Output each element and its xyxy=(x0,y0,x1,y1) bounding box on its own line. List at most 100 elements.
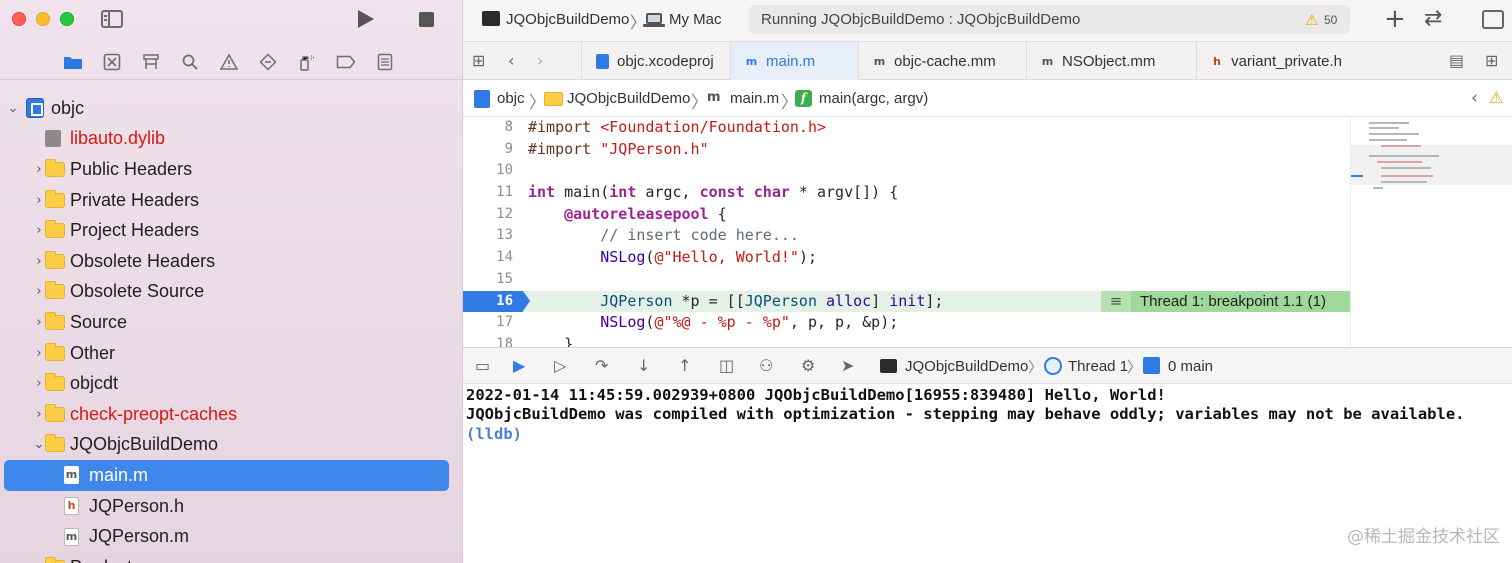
scheme-terminal-icon[interactable] xyxy=(482,11,500,26)
code-line[interactable]: 9 #import "JQPerson.h" xyxy=(463,139,1350,161)
editor-tab[interactable]: h variant_private.h xyxy=(1196,42,1342,80)
lldb-prompt[interactable]: (lldb) xyxy=(466,425,1509,444)
jumpbar-group[interactable]: JQObjcBuildDemo xyxy=(567,90,690,107)
back-chevron-icon[interactable]: ‹ xyxy=(508,51,514,70)
line-number[interactable]: 13 xyxy=(463,225,513,247)
navigator-item[interactable]: › Private Headers xyxy=(0,185,462,216)
debug-navigator-spray-icon[interactable] xyxy=(294,49,320,75)
code-line[interactable]: 15 xyxy=(463,269,1350,291)
source-editor[interactable]: 8 #import <Foundation/Foundation.h> 9 #impo… xyxy=(463,117,1350,347)
line-number[interactable]: 8 xyxy=(463,117,513,139)
line-number[interactable]: 11 xyxy=(463,182,513,204)
jumpbar-file[interactable]: main.m xyxy=(730,90,779,107)
code-line[interactable]: 17 NSLog(@"%@ - %p - %p", p, p, &p); xyxy=(463,312,1350,334)
jumpbar-warning-icon[interactable]: ⚠ xyxy=(1489,88,1503,107)
navigator-item[interactable]: m JQPerson.m xyxy=(0,521,462,552)
disclosure-expanded-icon[interactable]: ⌄ xyxy=(7,101,19,116)
disclosure-collapsed-icon[interactable]: › xyxy=(33,284,45,299)
jumpbar-symbol[interactable]: main(argc, argv) xyxy=(819,90,928,107)
zoom-window-button[interactable] xyxy=(60,12,74,26)
minimap-visible-region[interactable] xyxy=(1351,145,1512,185)
editor-tab[interactable]: objc.xcodeproj xyxy=(581,42,730,80)
add-editor-icon[interactable]: ⊞ xyxy=(1485,51,1498,70)
debug-process[interactable]: JQObjcBuildDemo xyxy=(905,358,1028,375)
test-navigator-diamond-icon[interactable] xyxy=(255,49,281,75)
navigator-item[interactable]: › Source xyxy=(0,307,462,338)
breakpoint-annotation[interactable]: ≡ Thread 1: breakpoint 1.1 (1) xyxy=(1101,290,1350,313)
step-over-icon[interactable]: ↷ xyxy=(595,356,608,375)
continue-icon[interactable]: ▷ xyxy=(554,356,566,375)
step-out-icon[interactable]: ↑ xyxy=(678,356,691,375)
forward-chevron-icon[interactable]: › xyxy=(537,51,543,70)
navigator-item[interactable]: libauto.dylib xyxy=(0,124,462,155)
inspector-toggle-icon[interactable] xyxy=(1482,10,1504,29)
close-window-button[interactable] xyxy=(12,12,26,26)
line-number[interactable]: 18 xyxy=(463,334,513,347)
disclosure-collapsed-icon[interactable]: › xyxy=(33,346,45,361)
debug-frame[interactable]: 0 main xyxy=(1168,358,1213,375)
line-number[interactable]: 14 xyxy=(463,247,513,269)
minimap[interactable] xyxy=(1350,117,1512,347)
find-navigator-search-icon[interactable] xyxy=(177,49,203,75)
disclosure-collapsed-icon[interactable]: › xyxy=(33,376,45,391)
issue-navigator-warning-icon[interactable] xyxy=(216,49,242,75)
navigator-item[interactable]: › check-preopt-caches xyxy=(0,399,462,430)
breakpoints-toggle-icon[interactable]: ▶ xyxy=(513,356,525,375)
disclosure-collapsed-icon[interactable]: › xyxy=(33,315,45,330)
navigator-item[interactable]: m main.m xyxy=(4,460,449,491)
line-number[interactable]: 15 xyxy=(463,269,513,291)
navigator-item[interactable]: ⌄ JQObjcBuildDemo xyxy=(0,430,462,461)
disclosure-collapsed-icon[interactable]: › xyxy=(33,193,45,208)
navigator-item[interactable]: › objcdt xyxy=(0,368,462,399)
code-line[interactable]: 10 xyxy=(463,160,1350,182)
hide-debug-area-icon[interactable]: ▭ xyxy=(475,356,490,375)
editor-tab[interactable]: m main.m xyxy=(730,42,858,80)
warning-triangle-icon[interactable]: ⚠ xyxy=(1305,11,1318,29)
editor-options-icon[interactable]: ▤ xyxy=(1449,51,1464,70)
line-number[interactable]: 17 xyxy=(463,312,513,334)
scheme-selector[interactable]: JQObjcBuildDemo xyxy=(506,11,629,28)
navigator-item[interactable]: h JQPerson.h xyxy=(0,491,462,522)
code-line[interactable]: 8 #import <Foundation/Foundation.h> xyxy=(463,117,1350,139)
navigator-item[interactable]: › Other xyxy=(0,338,462,369)
navigator-item[interactable]: › Project Headers xyxy=(0,215,462,246)
view-debugger-icon[interactable]: ◫ xyxy=(719,356,734,375)
code-line[interactable]: 13 // insert code here... xyxy=(463,225,1350,247)
library-plus-icon[interactable]: + xyxy=(1384,4,1406,34)
minimize-window-button[interactable] xyxy=(36,12,50,26)
jumpbar-project[interactable]: objc xyxy=(497,90,525,107)
navigator-item[interactable]: › Obsolete Source xyxy=(0,277,462,308)
code-line[interactable]: 11 int main(int argc, const char * argv[]… xyxy=(463,182,1350,204)
navigator-item[interactable]: › Obsolete Headers xyxy=(0,246,462,277)
memory-graph-icon[interactable]: ⚇ xyxy=(759,356,773,375)
breakpoint-navigator-tag-icon[interactable] xyxy=(333,49,359,75)
editor-tab[interactable]: m objc-cache.mm xyxy=(858,42,1026,80)
code-line[interactable]: 12 @autoreleasepool { xyxy=(463,204,1350,226)
navigator-item[interactable]: ⌄ objc xyxy=(0,93,462,124)
navigator-item[interactable]: ›Products xyxy=(0,552,462,563)
step-into-icon[interactable]: ↓ xyxy=(637,356,650,375)
project-navigator-folder-icon[interactable] xyxy=(60,49,86,75)
report-navigator-icon[interactable] xyxy=(372,49,398,75)
disclosure-collapsed-icon[interactable]: › xyxy=(33,407,45,422)
disclosure-collapsed-icon[interactable]: › xyxy=(33,162,45,177)
line-number[interactable]: 12 xyxy=(463,204,513,226)
line-number[interactable]: 16 xyxy=(463,291,513,313)
disclosure-collapsed-icon[interactable]: › xyxy=(33,254,45,269)
line-number[interactable]: 9 xyxy=(463,139,513,161)
stop-button[interactable] xyxy=(419,12,434,27)
code-review-swap-icon[interactable]: ⇄ xyxy=(1424,6,1442,31)
navigator-item[interactable]: › Public Headers xyxy=(0,154,462,185)
environment-overrides-icon[interactable]: ⚙ xyxy=(801,356,815,375)
source-control-navigator-icon[interactable] xyxy=(99,49,125,75)
sidebar-toggle-icon[interactable] xyxy=(101,10,123,28)
line-number[interactable]: 10 xyxy=(463,160,513,182)
simulate-location-icon[interactable]: ➤ xyxy=(841,356,854,375)
annotation-grip-icon[interactable]: ≡ xyxy=(1101,290,1131,313)
warning-count-badge[interactable]: 50 xyxy=(1324,13,1337,27)
grid-related-items-icon[interactable]: ⊞ xyxy=(472,51,485,70)
run-button[interactable] xyxy=(358,10,374,28)
code-line[interactable]: 18 } xyxy=(463,334,1350,347)
code-line[interactable]: 14 NSLog(@"Hello, World!"); xyxy=(463,247,1350,269)
disclosure-collapsed-icon[interactable]: › xyxy=(33,223,45,238)
